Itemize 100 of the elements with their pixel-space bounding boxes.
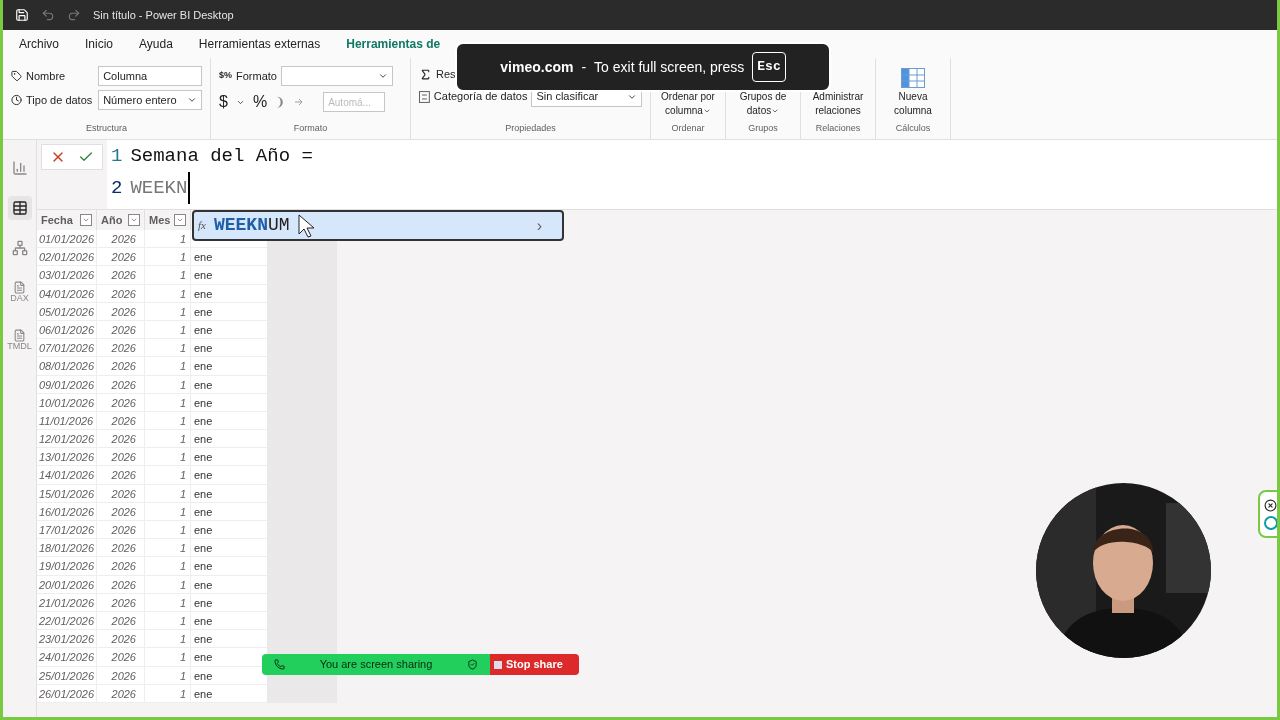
table-cell: 2026 <box>97 575 145 593</box>
table-cell: 11/01/2026 <box>37 411 97 430</box>
category-label: Categoría de datos <box>433 89 528 105</box>
table-cell: 1 <box>145 593 191 611</box>
table-cell-text: ene <box>193 468 214 484</box>
table-cell: 2026 <box>97 684 145 702</box>
table-cell: 21/01/2026 <box>37 593 97 611</box>
table-cell: 2026 <box>97 302 145 320</box>
table-cell: 07/01/2026 <box>37 339 97 357</box>
table-cell: 1 <box>145 320 191 339</box>
table-cell: 08/01/2026 <box>37 357 97 375</box>
table-cell: 06/01/2026 <box>37 320 97 339</box>
table-cell: 1 <box>145 430 191 448</box>
name-label: Nombre <box>26 68 67 84</box>
format-label: Formato <box>236 68 277 84</box>
table-cell: 20/01/2026 <box>37 575 97 593</box>
table-cell: 2026 <box>97 339 145 357</box>
table-cell: 2026 <box>97 502 145 520</box>
table-cell-text: ene <box>193 432 214 448</box>
table-cell: 1 <box>145 484 191 502</box>
table-cell: 2026 <box>97 375 145 393</box>
table-cell: 2026 <box>97 430 145 448</box>
table-cell-text: ene <box>193 523 214 538</box>
table-cell-text: ene <box>193 413 214 429</box>
table-cell: 1 <box>145 521 191 539</box>
table-cell: 12/01/2026 <box>37 430 97 448</box>
table-cell: 14/01/2026 <box>37 466 97 484</box>
window-title: Sin título - Power BI Desktop <box>93 7 234 23</box>
formula-text: Semana del Año = <box>130 144 313 169</box>
table-cell: 2026 <box>97 539 145 557</box>
table-cell: 13/01/2026 <box>37 448 97 466</box>
group-label: Propiedades <box>504 121 557 135</box>
table-cell: 1 <box>145 539 191 557</box>
table-cell-text: ene <box>193 395 214 411</box>
formula-text: WEEKN <box>130 172 191 204</box>
table-cell: 1 <box>145 575 191 593</box>
table-cell-text: ene <box>193 559 214 575</box>
table-cell: 2026 <box>97 248 145 266</box>
table-cell: 2026 <box>97 521 145 539</box>
table-cell-text: ene <box>193 486 214 502</box>
table-cell: 05/01/2026 <box>37 302 97 320</box>
table-cell: 1 <box>145 648 191 666</box>
file-label: DAX <box>10 294 29 303</box>
table-cell-text: ene <box>193 577 214 593</box>
table-cell-text: ene <box>193 595 214 611</box>
table-cell-text: ene <box>193 504 214 520</box>
table-cell: 2026 <box>97 448 145 466</box>
table-cell: 18/01/2026 <box>37 539 97 557</box>
data-type-label: Tipo de datos <box>26 92 94 108</box>
table-cell: 1 <box>145 630 191 648</box>
table-cell: 1 <box>145 230 191 248</box>
table-cell-text: ene <box>193 613 214 629</box>
table-cell: 2026 <box>97 666 145 684</box>
table-cell: 15/01/2026 <box>37 484 97 502</box>
table-cell: 2026 <box>97 648 145 666</box>
group-label: Relaciones <box>815 121 861 135</box>
table-cell-text: ene <box>193 377 214 393</box>
table-cell-text: ene <box>193 359 214 375</box>
table-cell: 1 <box>145 411 191 430</box>
table-cell-text: ene <box>193 341 214 357</box>
table-cell: 2026 <box>97 484 145 502</box>
table-cell: 26/01/2026 <box>37 684 97 702</box>
table-cell-text: ene <box>193 686 214 702</box>
table-cell: 1 <box>145 557 191 575</box>
table-cell: 1 <box>145 393 191 411</box>
group-label: Ordenar <box>671 121 705 135</box>
table-cell: 2026 <box>97 611 145 630</box>
group-label: Cálculos <box>895 121 931 135</box>
line-number: 1 <box>111 144 123 169</box>
table-cell-text: ene <box>193 304 214 320</box>
table-cell: 1 <box>145 684 191 702</box>
table-cell: 1 <box>145 375 191 393</box>
table-cell: 17/01/2026 <box>37 521 97 539</box>
table-cell: 2026 <box>97 393 145 411</box>
summary-label: Res <box>436 67 456 82</box>
table-cell-text: ene <box>193 286 214 302</box>
table-cell: 1 <box>145 448 191 466</box>
table-cell: 25/01/2026 <box>37 666 97 684</box>
group-label: Formato <box>292 121 329 135</box>
table-cell: 23/01/2026 <box>37 630 97 648</box>
table-cell: 1 <box>145 357 191 375</box>
table-cell-text: ene <box>193 668 214 684</box>
table-cell: 10/01/2026 <box>37 393 97 411</box>
table-cell: 19/01/2026 <box>37 557 97 575</box>
share-message: You are screen sharing <box>319 657 433 673</box>
table-cell: 09/01/2026 <box>37 375 97 393</box>
table-cell: 2026 <box>97 357 145 375</box>
table-cell: 1 <box>145 611 191 630</box>
table-cell-text: ene <box>193 268 214 284</box>
currency-format-icon: $% <box>219 69 232 83</box>
fullscreen-toast: vimeo.com - To exit full screen, press Esc <box>455 42 831 92</box>
table-cell-text: ene <box>193 632 214 648</box>
table-cell: 03/01/2026 <box>37 266 97 284</box>
table-cell-text: ene <box>193 541 214 557</box>
table-cell: 2026 <box>97 630 145 648</box>
table-cell: 1 <box>145 666 191 684</box>
table-cell: 01/01/2026 <box>37 230 97 248</box>
table-cell: 2026 <box>97 266 145 284</box>
table-cell: 2026 <box>97 557 145 575</box>
table-cell-text: ene <box>193 250 214 266</box>
